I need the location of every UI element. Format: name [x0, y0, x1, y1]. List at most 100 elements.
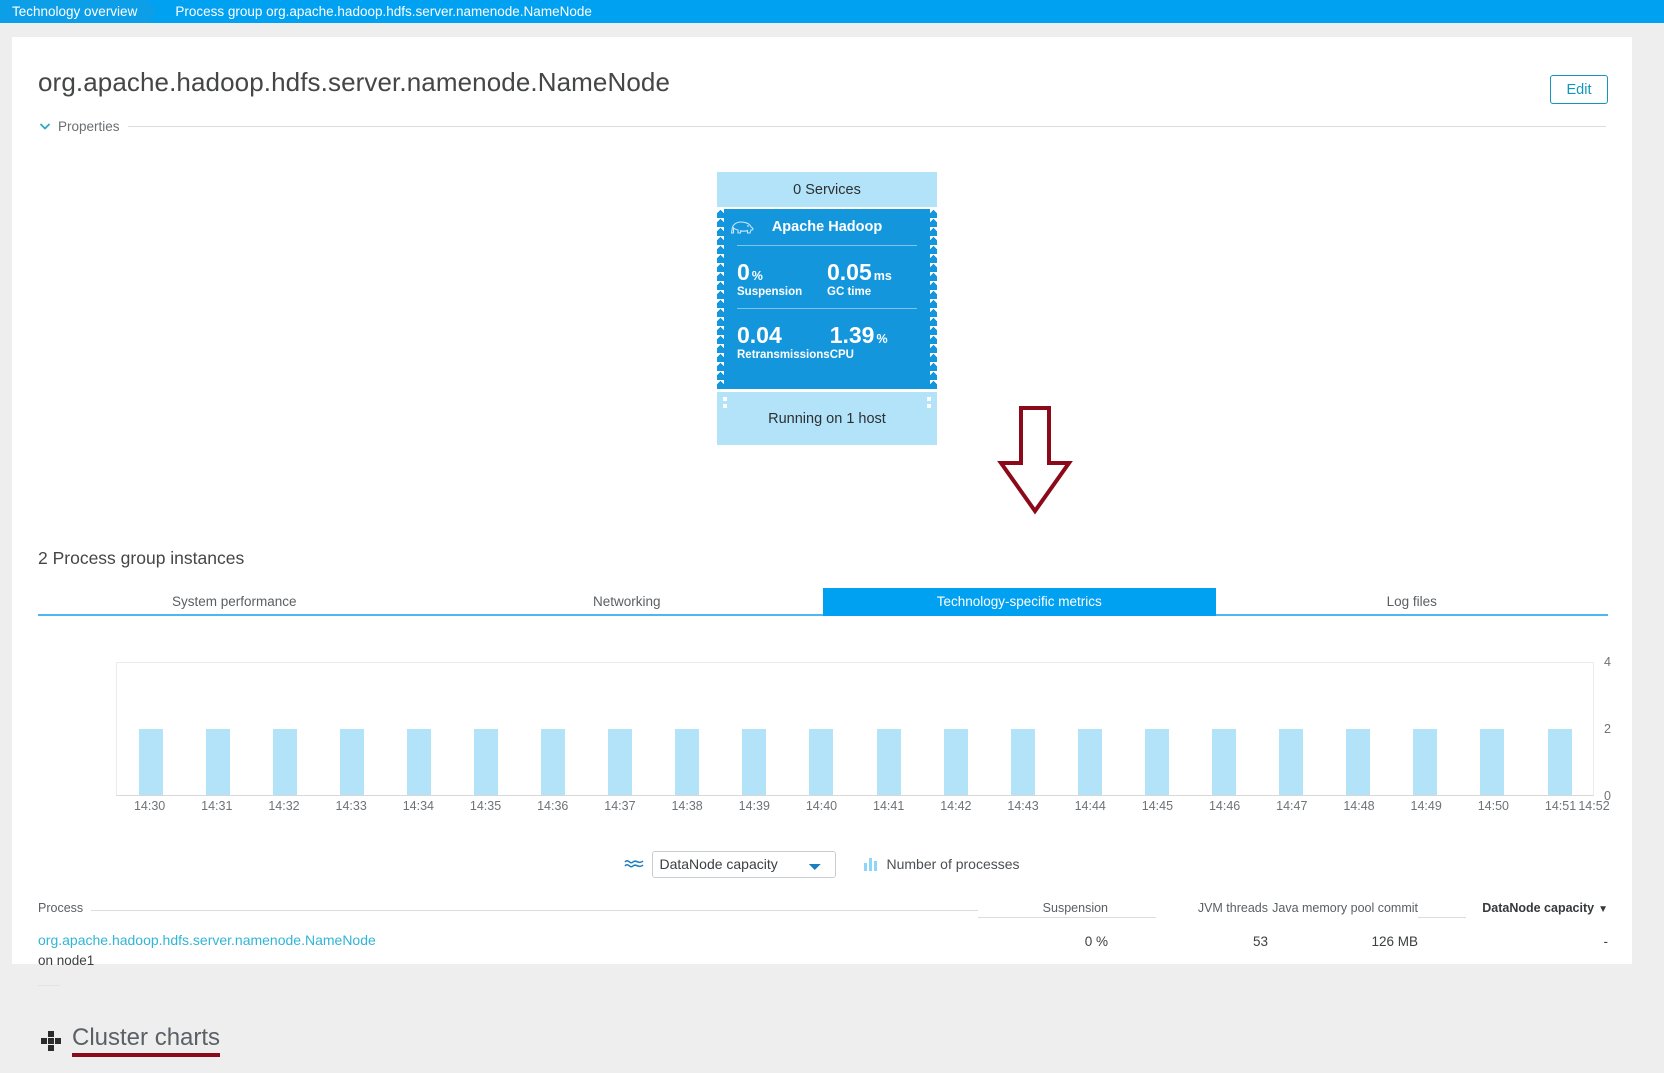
chart-bar[interactable] [1010, 729, 1035, 795]
cluster-charts-section[interactable]: Cluster charts [40, 1024, 221, 1057]
metric-select[interactable]: DataNode capacity [652, 850, 837, 878]
chart-bar[interactable] [1413, 729, 1438, 795]
chart-bar-cell[interactable] [587, 663, 654, 795]
chart-bar[interactable] [1346, 729, 1371, 795]
tile-metric-cpu: 1.39% CPU [830, 323, 917, 361]
chart-bar-cell[interactable] [520, 663, 587, 795]
breadcrumb-current-label: Process group org.apache.hadoop.hdfs.ser… [175, 4, 592, 19]
breadcrumb-chevron-icon [147, 0, 169, 23]
chart-bar-cell[interactable] [1325, 663, 1392, 795]
chart-bar[interactable] [608, 729, 633, 795]
chart-bar-cell[interactable] [1258, 663, 1325, 795]
chart-bar[interactable] [675, 729, 700, 795]
chart-bar[interactable] [1144, 729, 1169, 795]
column-header-process[interactable]: Process [38, 901, 978, 918]
chart-bar-cell[interactable] [385, 663, 452, 795]
chart-bar[interactable] [541, 729, 566, 795]
table-row[interactable]: org.apache.hadoop.hdfs.server.namenode.N… [38, 918, 1608, 980]
chart-bar[interactable] [809, 729, 834, 795]
chart-bar[interactable] [1077, 729, 1102, 795]
chart-bar-cell[interactable] [318, 663, 385, 795]
tab-log-files[interactable]: Log files [1215, 588, 1608, 616]
process-link[interactable]: org.apache.hadoop.hdfs.server.namenode.N… [38, 932, 376, 948]
tab-system-performance[interactable]: System performance [38, 588, 431, 616]
chart-bar-cell[interactable] [117, 663, 184, 795]
tile-metric-gc-time-value: 0.05 [827, 259, 872, 285]
chart-bar-cell[interactable] [1392, 663, 1459, 795]
cell-java-memory-pool-commit: 126 MB [1371, 934, 1418, 949]
chart-bar[interactable] [138, 729, 163, 795]
breadcrumb-item-technology-overview[interactable]: Technology overview [0, 0, 148, 23]
column-header-java-memory-pool-commit[interactable]: Java memory pool commit [1268, 901, 1418, 918]
chevron-down-icon [38, 119, 52, 133]
chart-xtick: 14:41 [873, 799, 905, 813]
tile-metric-gc-time-unit: ms [873, 269, 892, 283]
column-header-process-label: Process [38, 901, 84, 915]
chart-bar-cell[interactable] [922, 663, 989, 795]
chart-controls: DataNode capacity Number of processes [12, 847, 1632, 881]
column-header-suspension[interactable]: Suspension [978, 901, 1108, 918]
tile-services-count[interactable]: 0 Services [717, 172, 937, 207]
chart-bar-cell[interactable] [788, 663, 855, 795]
chart-xtick: 14:33 [335, 799, 367, 813]
tile-technology-label: Apache Hadoop [771, 219, 883, 235]
chart-bar-cell[interactable] [1459, 663, 1526, 795]
chart-bar-cell[interactable] [1123, 663, 1190, 795]
chart-xtick: 14:37 [604, 799, 636, 813]
tile-host-footer[interactable]: Running on 1 host [717, 392, 937, 445]
sort-descending-icon: ▼ [1598, 904, 1608, 915]
breadcrumb-first-label: Technology overview [12, 4, 138, 19]
chart-bar-cell[interactable] [184, 663, 251, 795]
chart-bar[interactable] [406, 729, 431, 795]
tile-metric-retransmissions-value: 0.04 [737, 322, 782, 349]
chart-bar-cell[interactable] [1056, 663, 1123, 795]
chart-bar-cell[interactable] [855, 663, 922, 795]
chart-bar-cell[interactable] [1526, 663, 1593, 795]
legend-item-number-of-processes[interactable]: Number of processes [864, 856, 1020, 872]
cell-suspension: 0 % [1084, 934, 1108, 949]
chart-bars [117, 663, 1593, 795]
tab-networking[interactable]: Networking [430, 588, 823, 616]
chart-bar[interactable] [205, 729, 230, 795]
chart-bar[interactable] [272, 729, 297, 795]
column-header-suspension-rule [978, 917, 1108, 918]
chart-xtick: 14:35 [469, 799, 502, 813]
chart-bar-cell[interactable] [452, 663, 519, 795]
chart-bar[interactable] [1279, 729, 1304, 795]
chart-bar[interactable] [742, 729, 767, 795]
chart-bar-cell[interactable] [721, 663, 788, 795]
cluster-charts-link[interactable]: Cluster charts [72, 1024, 221, 1057]
chart-bar[interactable] [1212, 729, 1237, 795]
properties-toggle[interactable]: Properties [38, 117, 1606, 135]
properties-label: Properties [58, 118, 120, 134]
tile-metric-gc-time: 0.05 ms GC time [827, 260, 917, 298]
chart-ytick-2: 2 [1604, 722, 1611, 736]
tile-metric-cpu-value: 1.39 [829, 322, 875, 349]
tile-host-label: Running on 1 host [768, 410, 886, 427]
tab-technology-specific-metrics[interactable]: Technology-specific metrics [823, 588, 1216, 616]
wave-sparkline-icon [624, 856, 644, 872]
column-header-process-rule [91, 910, 978, 911]
tile-metric-retransmissions: 0.04 Retransmissions [737, 323, 830, 361]
chart-xtick: 14:39 [738, 799, 770, 813]
chart-bar[interactable] [876, 729, 901, 795]
chart-xtick: 14:47 [1276, 799, 1308, 813]
chart-bar-cell[interactable] [251, 663, 318, 795]
chart-bar[interactable] [943, 729, 968, 795]
tile-metrics-row-2: 0.04 Retransmissions 1.39% CPU [717, 309, 937, 371]
column-header-datanode-capacity[interactable]: DataNode capacity ▼ [1418, 901, 1608, 918]
chart-bar[interactable] [474, 729, 499, 795]
chart-xtick: 14:31 [201, 799, 233, 813]
chart-bar[interactable] [1547, 729, 1572, 795]
chart-bar-cell[interactable] [654, 663, 721, 795]
chart-bar-cell[interactable] [989, 663, 1056, 795]
column-header-jvm-threads[interactable]: JVM threads [1108, 901, 1268, 918]
chart-bar[interactable] [1480, 729, 1505, 795]
tile-metric-cpu-unit: % [876, 332, 888, 347]
tile-metric-gc-time-label: GC time [827, 286, 872, 299]
tile-metric-suspension-value: 0 [737, 259, 750, 285]
chart-bar-cell[interactable] [1191, 663, 1258, 795]
chart-bar[interactable] [339, 729, 364, 795]
edit-button[interactable]: Edit [1550, 75, 1608, 104]
process-group-tile[interactable]: 0 Services Apache Hadoop 0% Suspension 0… [717, 172, 937, 445]
